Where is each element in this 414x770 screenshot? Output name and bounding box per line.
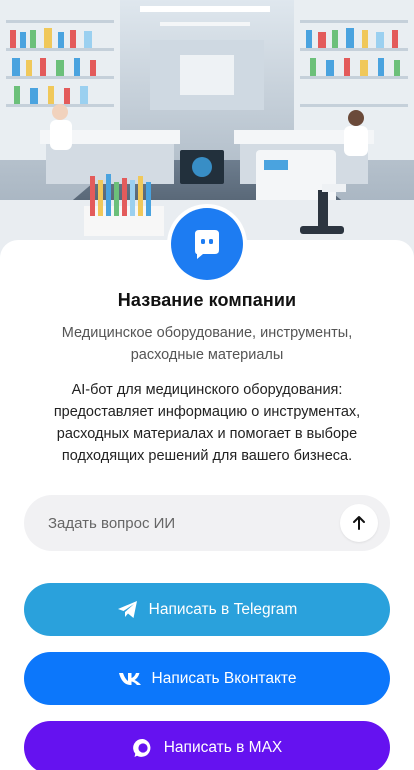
company-name: Название компании <box>117 290 297 310</box>
company-subtitle: Медицинское оборудование, инструменты, р… <box>61 325 353 363</box>
bot-icon <box>171 208 243 280</box>
telegram-icon <box>117 600 139 620</box>
max-button[interactable]: Написать в MAX <box>24 721 390 770</box>
company-description: AI-бот для медицинского оборудования: пр… <box>53 382 361 464</box>
vk-button[interactable]: Написать Вконтакте <box>24 652 390 705</box>
max-button-label: Написать в MAX <box>163 738 283 756</box>
company-logo <box>167 204 247 284</box>
send-button[interactable] <box>340 504 378 542</box>
arrow-up-icon <box>350 514 368 532</box>
vk-icon <box>118 672 142 686</box>
telegram-button[interactable]: Написать в Telegram <box>24 583 390 636</box>
telegram-button-label: Написать в Telegram <box>148 600 298 618</box>
ask-ai-input[interactable] <box>24 495 340 551</box>
ask-ai-bar <box>24 495 390 551</box>
max-icon <box>132 737 154 759</box>
vk-button-label: Написать Вконтакте <box>151 669 297 687</box>
